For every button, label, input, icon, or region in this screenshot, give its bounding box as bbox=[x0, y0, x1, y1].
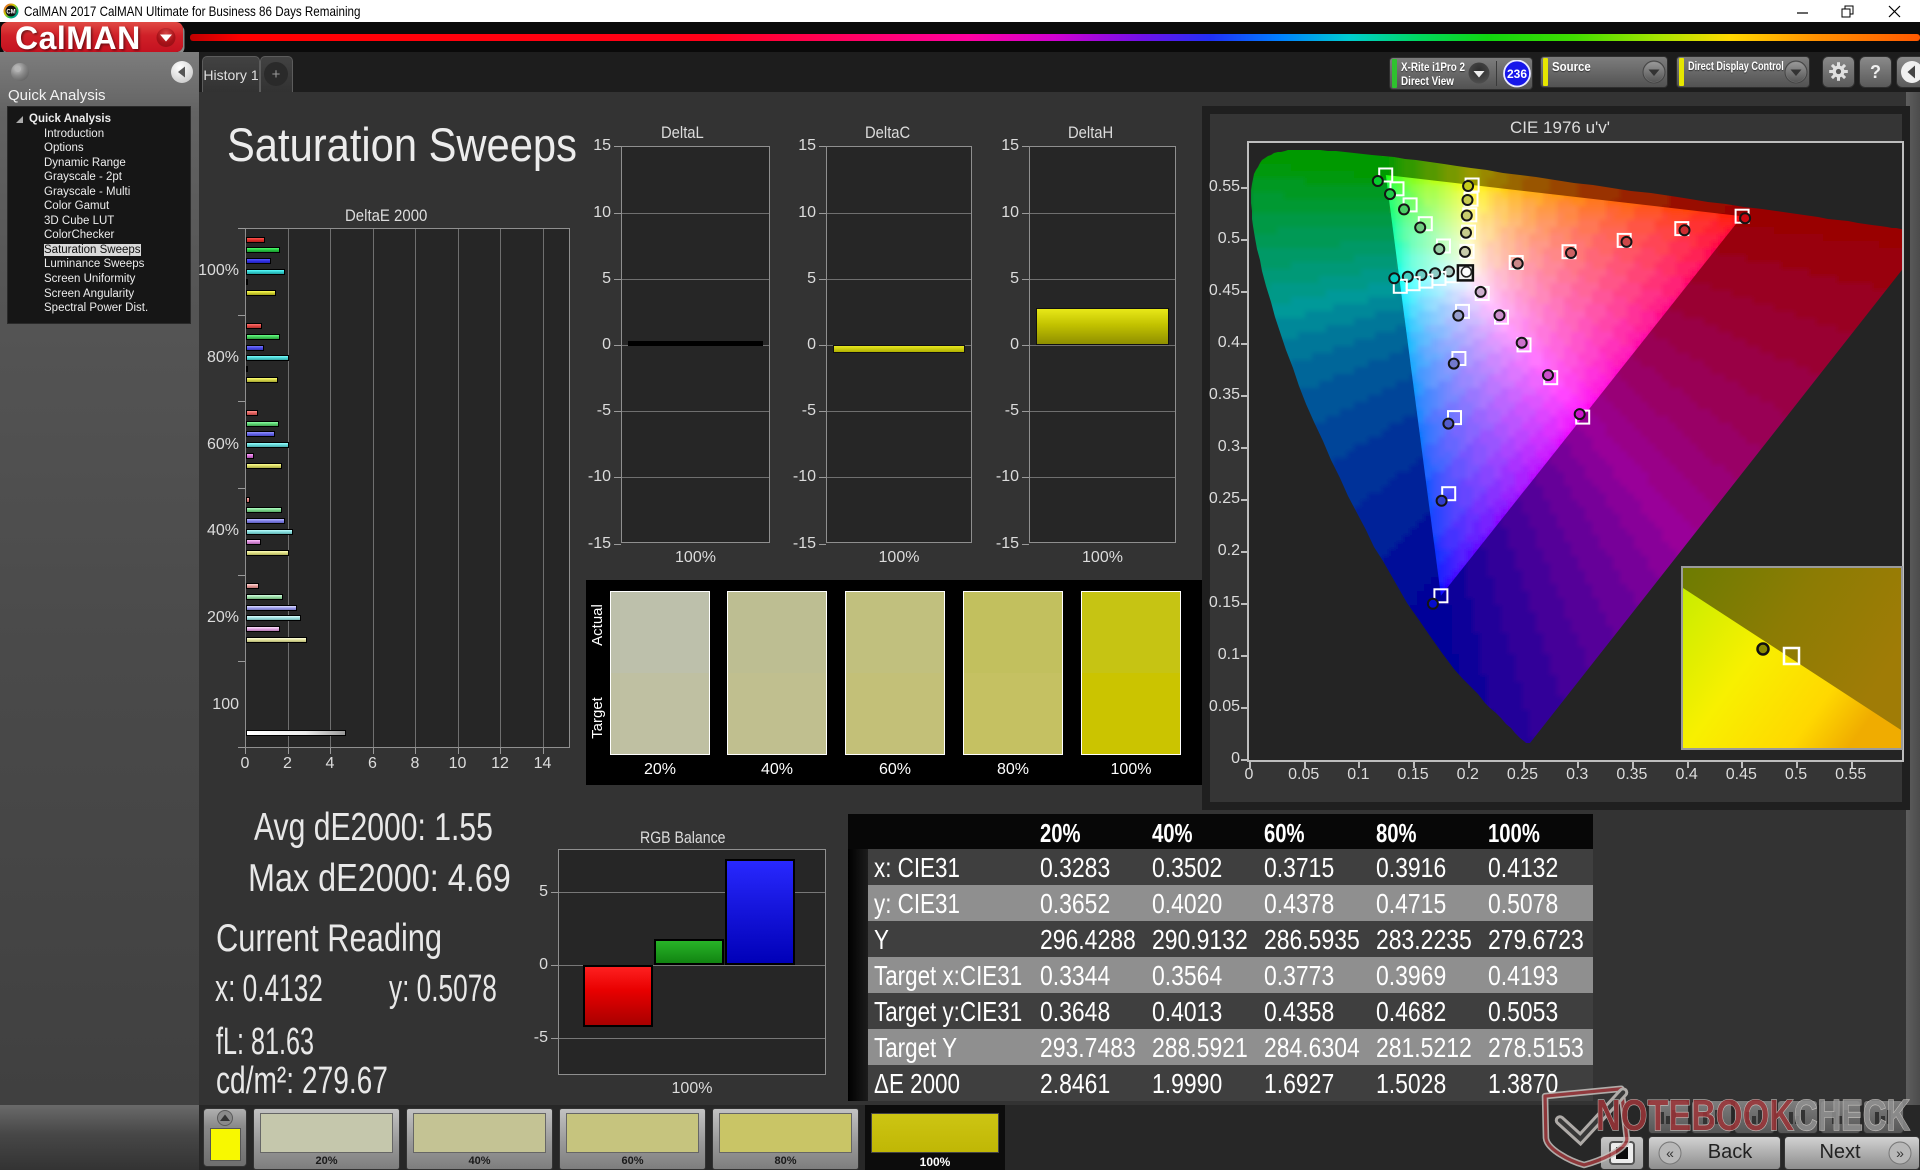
svg-text:CHECK: CHECK bbox=[1794, 1091, 1910, 1140]
svg-text:CM: CM bbox=[6, 10, 15, 16]
svg-text:236: 236 bbox=[1507, 67, 1527, 81]
svg-text:NOTEBOOK: NOTEBOOK bbox=[1596, 1091, 1794, 1140]
svg-text:+: + bbox=[272, 66, 281, 83]
